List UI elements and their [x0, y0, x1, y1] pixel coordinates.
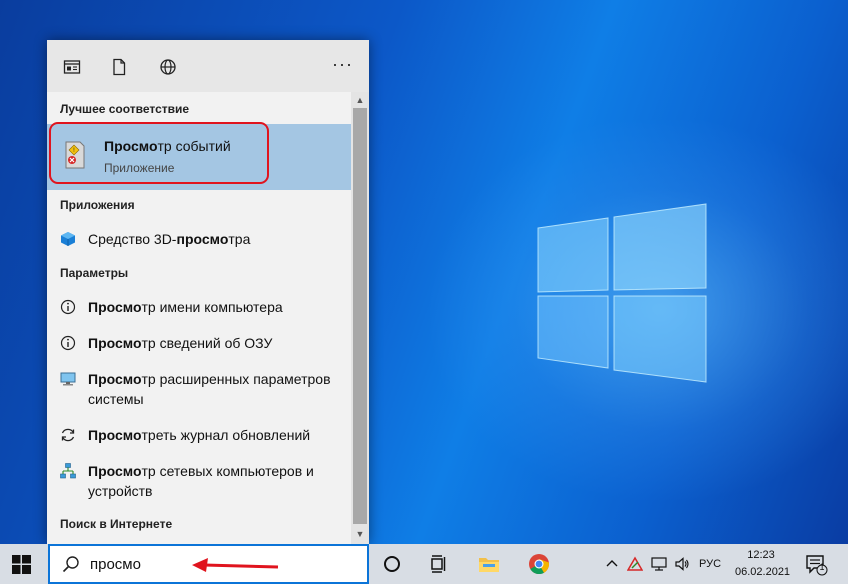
web-filter-icon[interactable]: [159, 58, 177, 76]
scroll-down-arrow-icon[interactable]: ▼: [354, 528, 366, 540]
setting-result-label: Просмотр сведений об ОЗУ: [88, 335, 273, 351]
setting-result-label: Просмотреть журнал обновлений: [88, 427, 311, 443]
search-filter-bar: ···: [47, 40, 369, 92]
task-view-icon[interactable]: [427, 552, 451, 576]
search-results-list: Лучшее соответствие ! Просмотр событий П…: [47, 92, 351, 544]
volume-icon[interactable]: [674, 556, 690, 572]
network-icon: [60, 463, 76, 479]
network-tray-icon[interactable]: [651, 556, 667, 572]
annotation-highlight-box: [49, 122, 269, 184]
cortana-icon[interactable]: [380, 552, 404, 576]
app-tray-icon[interactable]: [627, 556, 643, 572]
section-best-match: Лучшее соответствие: [60, 102, 190, 116]
setting-result-advanced-system[interactable]: Просмотр расширенных параметров системы: [47, 362, 351, 416]
annotation-arrow-icon: [192, 558, 279, 572]
clock[interactable]: 12:23 06.02.2021: [735, 547, 791, 581]
windows-logo-wallpaper: [537, 203, 707, 383]
language-indicator[interactable]: РУС: [699, 558, 721, 570]
start-search-panel: ··· Лучшее соответствие ! Просмотр событ…: [47, 40, 369, 544]
setting-result-ram-info[interactable]: Просмотр сведений об ОЗУ: [47, 326, 351, 360]
documents-filter-icon[interactable]: [110, 58, 128, 76]
file-explorer-icon[interactable]: [477, 552, 501, 576]
results-scrollbar[interactable]: ▲ ▼: [351, 92, 369, 544]
app-result-label: Средство 3D-просмотра: [88, 231, 251, 247]
taskbar: просмо РУС 12:23 06.02.2021 1: [0, 544, 848, 584]
setting-result-computer-name[interactable]: Просмотр имени компьютера: [47, 290, 351, 324]
setting-result-update-history[interactable]: Просмотреть журнал обновлений: [47, 418, 351, 452]
scroll-up-arrow-icon[interactable]: ▲: [354, 94, 366, 106]
clock-time: 12:23: [747, 549, 775, 561]
section-apps: Приложения: [60, 198, 135, 212]
setting-result-label: Просмотр имени компьютера: [88, 299, 283, 315]
search-icon: [62, 556, 79, 573]
windows-start-icon[interactable]: [12, 555, 31, 574]
3d-viewer-icon: [61, 232, 75, 246]
refresh-icon: [61, 428, 75, 442]
setting-result-label: Просмотр расширенных параметров системы: [88, 371, 331, 407]
info-icon: [60, 299, 76, 315]
search-input[interactable]: просмо: [90, 556, 141, 573]
app-result-3d-viewer[interactable]: Средство 3D-просмотра: [47, 222, 351, 256]
notification-count: 1: [819, 562, 825, 572]
setting-result-label: Просмотр сетевых компьютеров и устройств: [88, 463, 314, 499]
apps-filter-icon[interactable]: [63, 58, 81, 76]
chevron-up-icon[interactable]: [604, 556, 620, 572]
setting-result-network-devices[interactable]: Просмотр сетевых компьютеров и устройств: [47, 454, 351, 508]
info-icon: [60, 335, 76, 351]
more-options-button[interactable]: ···: [332, 54, 353, 75]
chrome-icon[interactable]: [527, 552, 551, 576]
scrollbar-thumb[interactable]: [353, 108, 367, 524]
system-monitor-icon: [60, 372, 76, 386]
section-web-search: Поиск в Интернете: [60, 517, 173, 531]
notification-center-button[interactable]: 1: [804, 554, 828, 576]
taskbar-search-box[interactable]: просмо: [48, 544, 369, 584]
section-settings: Параметры: [60, 266, 129, 280]
clock-date: 06.02.2021: [735, 566, 791, 578]
